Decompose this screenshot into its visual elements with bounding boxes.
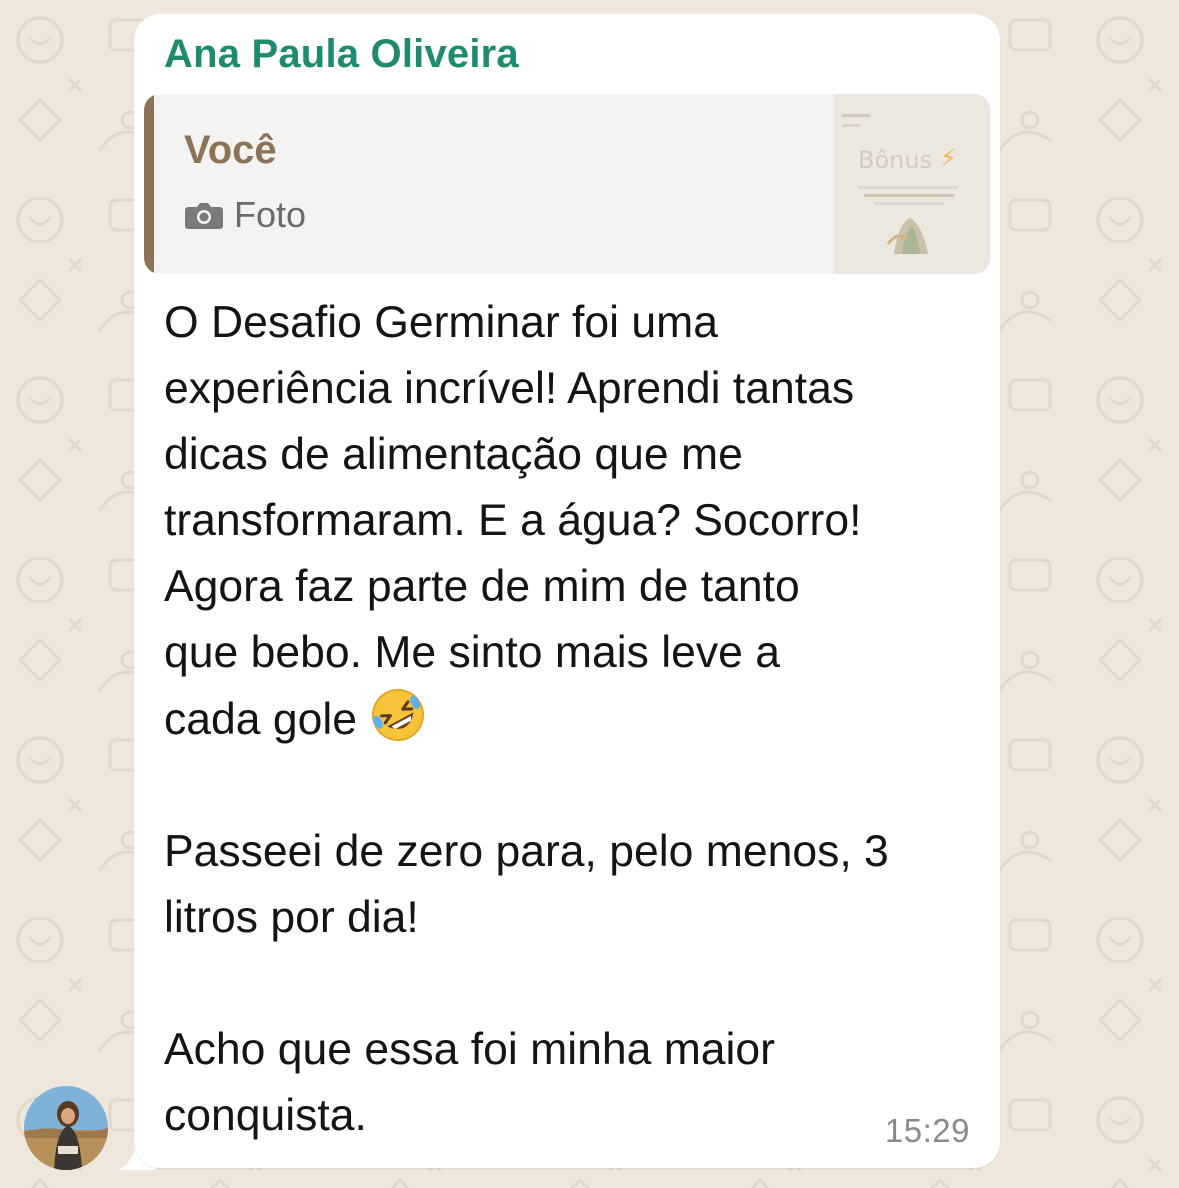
quoted-message[interactable]: Você Foto Bônus ⚡ bbox=[144, 94, 990, 274]
lightning-icon: ⚡ bbox=[940, 145, 957, 172]
message-text-part2: Passeei de zero para, pelo menos, 3 litr… bbox=[164, 827, 889, 1140]
message-text-part1: O Desafio Germinar foi uma experiência i… bbox=[164, 298, 862, 744]
thumbnail-graphic bbox=[834, 94, 990, 274]
quote-accent-bar bbox=[144, 94, 154, 274]
rolling-on-floor-laughing-emoji bbox=[372, 689, 425, 741]
quoted-author: Você bbox=[184, 128, 277, 172]
quoted-photo-thumbnail[interactable]: Bônus ⚡ bbox=[834, 94, 990, 274]
thumbnail-title: Bônus bbox=[858, 146, 933, 174]
message-bubble[interactable]: Ana Paula Oliveira Você Foto Bônus ⚡ O D… bbox=[134, 14, 1000, 1168]
sender-avatar[interactable] bbox=[24, 1086, 108, 1170]
quoted-type-label: Foto bbox=[234, 194, 307, 235]
message-text: O Desafio Germinar foi uma experiência i… bbox=[164, 290, 974, 1149]
message-timestamp: 15:29 bbox=[884, 1112, 970, 1149]
camera-icon bbox=[185, 203, 223, 229]
sender-name[interactable]: Ana Paula Oliveira bbox=[164, 32, 519, 77]
quoted-type: Foto bbox=[184, 194, 306, 236]
